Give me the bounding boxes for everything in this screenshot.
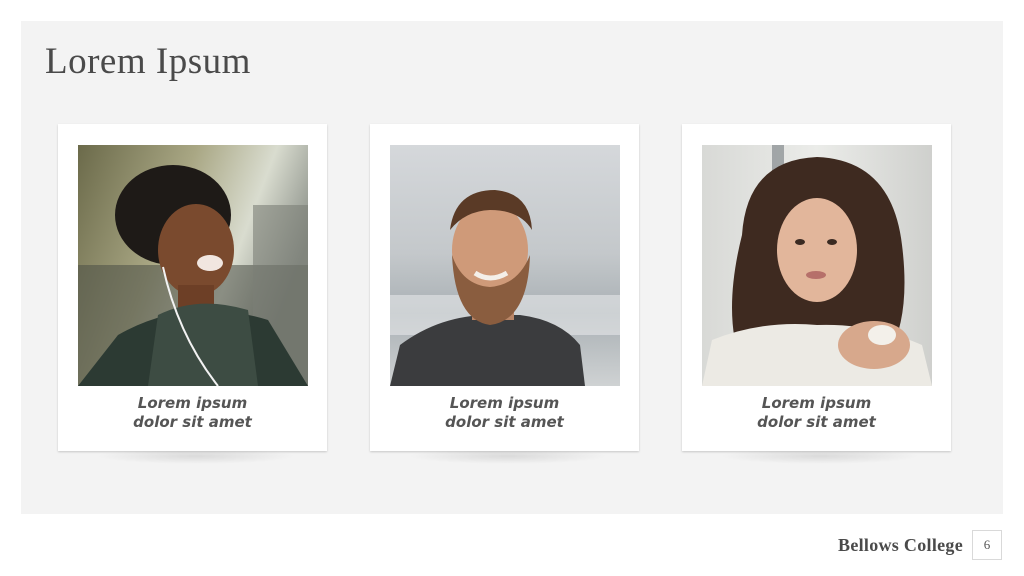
portrait-photo-3[interactable] [702,145,932,386]
caption-line-1: Lorem ipsum [449,394,560,412]
slide-title[interactable]: Lorem Ipsum [45,40,251,83]
slide: Lorem Ipsum Lorem ipsum dolor sit amet L… [0,0,1024,576]
caption-line-2: dolor sit amet [757,413,876,431]
portrait-photo-2[interactable] [390,145,620,386]
card-caption[interactable]: Lorem ipsum dolor sit amet [58,394,327,432]
photo-card-3[interactable]: Lorem ipsum dolor sit amet [682,124,951,451]
footer-brand[interactable]: Bellows College [838,535,963,556]
card-caption[interactable]: Lorem ipsum dolor sit amet [370,394,639,432]
caption-line-2: dolor sit amet [133,413,252,431]
caption-line-1: Lorem ipsum [761,394,872,412]
portrait-photo-1[interactable] [78,145,308,386]
card-caption[interactable]: Lorem ipsum dolor sit amet [682,394,951,432]
page-number[interactable]: 6 [972,530,1002,560]
photo-card-2[interactable]: Lorem ipsum dolor sit amet [370,124,639,451]
caption-line-1: Lorem ipsum [137,394,248,412]
caption-line-2: dolor sit amet [445,413,564,431]
photo-card-1[interactable]: Lorem ipsum dolor sit amet [58,124,327,451]
